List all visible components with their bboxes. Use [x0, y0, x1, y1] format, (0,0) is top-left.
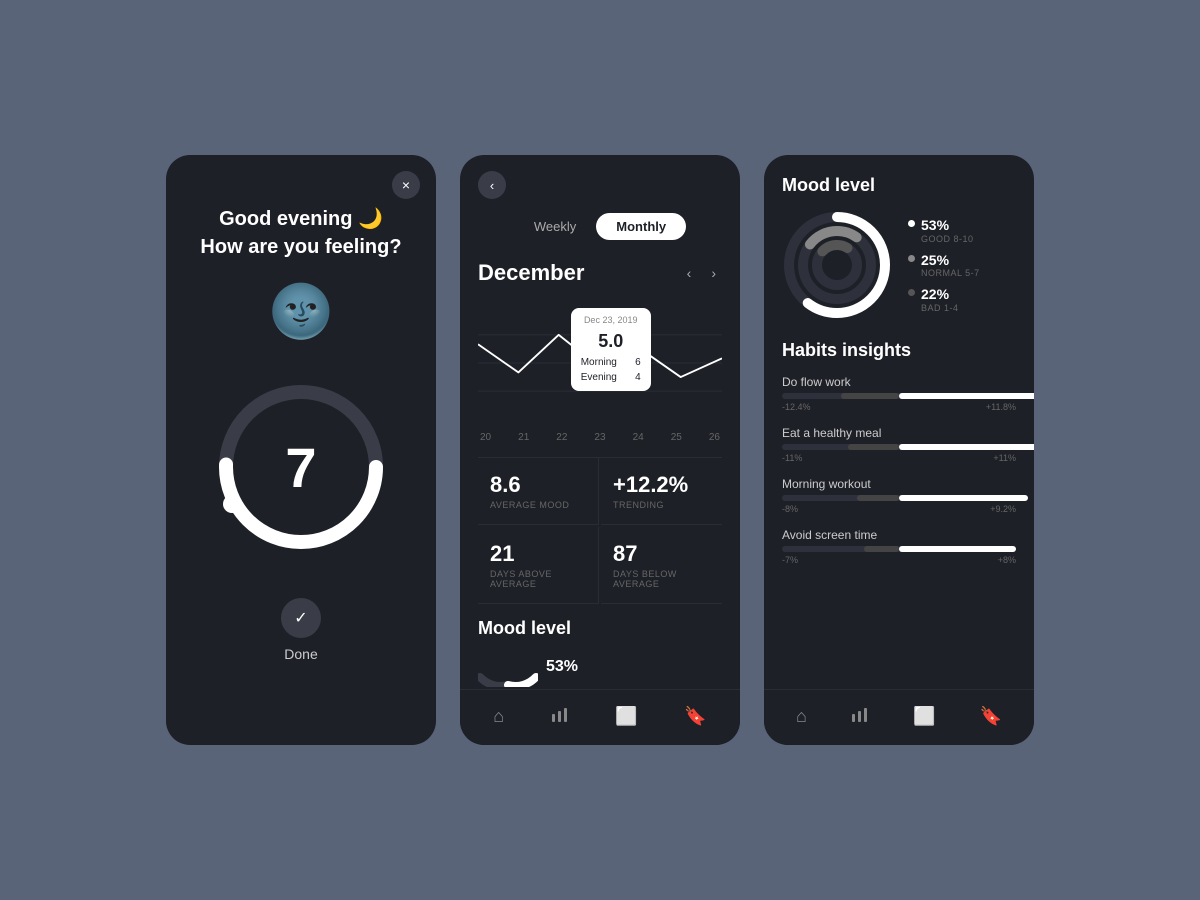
- prev-month-button[interactable]: ‹: [681, 261, 698, 285]
- legend-dot-normal: [908, 255, 915, 262]
- stats-grid: 8.6 AVERAGE MOOD +12.2% TRENDING 21 DAYS…: [478, 457, 722, 604]
- habit-bar-track-1: [782, 444, 1016, 450]
- mood-legend: 53% GOOD 8-10 25% NORMAL 5-7: [908, 217, 980, 313]
- habit-range-2: -8% +9.2%: [782, 504, 1016, 514]
- screens-container: × Good evening 🌙 How are you feeling? 🌚 …: [166, 155, 1034, 745]
- nav-stats-icon-s3[interactable]: [843, 702, 877, 733]
- done-label: Done: [284, 646, 317, 662]
- mood-percent: 53%: [546, 658, 578, 676]
- habit-healthy-meal: Eat a healthy meal -11% +11%: [782, 426, 1016, 463]
- legend-normal: 25% NORMAL 5-7: [908, 252, 980, 279]
- close-button[interactable]: ×: [392, 171, 420, 199]
- tooltip-evening: Evening 4: [581, 370, 641, 385]
- habit-bar-neg-1: [848, 444, 899, 450]
- nav-home-icon[interactable]: ⌂: [485, 702, 512, 733]
- stat-trending: +12.2% TRENDING: [601, 458, 722, 525]
- stat-days-below: 87 DAYS BELOW AVERAGE: [601, 527, 722, 604]
- stat-avg-mood: 8.6 AVERAGE MOOD: [478, 458, 599, 525]
- mood-dial[interactable]: 7: [206, 372, 396, 562]
- greeting-line1: Good evening 🌙: [200, 205, 401, 233]
- habit-range-1: -11% +11%: [782, 453, 1016, 463]
- tab-bar: Weekly Monthly: [478, 213, 722, 240]
- moon-emoji: 🌚: [269, 281, 334, 342]
- nav-stats-icon[interactable]: [543, 702, 577, 733]
- mini-donut: [478, 647, 538, 687]
- month-nav: December ‹ ›: [478, 260, 722, 286]
- habit-range-3: -7% +8%: [782, 555, 1016, 565]
- dial-value: 7: [285, 435, 316, 500]
- tooltip-value: 5.0: [581, 328, 641, 355]
- chart-tooltip: Dec 23, 2019 5.0 Morning 6 Evening 4: [571, 308, 651, 391]
- screen-monthly-stats: ‹ Weekly Monthly December ‹ ›: [460, 155, 740, 745]
- nav-home-icon-s3[interactable]: ⌂: [788, 702, 815, 733]
- tooltip-morning: Morning 6: [581, 355, 641, 370]
- mood-level-mini: Mood level 53%: [478, 604, 722, 689]
- donut-chart: [782, 210, 892, 320]
- donut-row: 53% GOOD 8-10 25% NORMAL 5-7: [782, 210, 1016, 320]
- done-section: ✓ Done: [281, 598, 321, 662]
- habit-bar-fill-1: [899, 444, 1034, 450]
- habit-bar-fill-2: [899, 495, 1028, 501]
- bottom-nav-screen3: ⌂ ⬜ 🔖: [764, 689, 1034, 745]
- habits-section: Habits insights Do flow work -12.4% +11.…: [782, 340, 1016, 565]
- next-month-button[interactable]: ›: [705, 261, 722, 285]
- chart-labels: 20 21 22 23 24 25 26: [478, 428, 722, 447]
- habit-do-flow-work: Do flow work -12.4% +11.8%: [782, 375, 1016, 412]
- habit-bar-track-0: [782, 393, 1016, 399]
- habit-bar-track-3: [782, 546, 1016, 552]
- tab-monthly[interactable]: Monthly: [596, 213, 686, 240]
- habits-title: Habits insights: [782, 340, 1016, 361]
- month-title: December: [478, 260, 673, 286]
- tooltip-date: Dec 23, 2019: [581, 314, 641, 328]
- habit-morning-workout: Morning workout -8% +9.2%: [782, 477, 1016, 514]
- nav-bookmark-icon[interactable]: 🔖: [676, 702, 714, 733]
- mood-chart: Dec 23, 2019 5.0 Morning 6 Evening 4: [478, 298, 722, 428]
- nav-calendar-icon[interactable]: ⬜: [607, 702, 645, 733]
- back-button[interactable]: ‹: [478, 171, 506, 199]
- mood-section-title: Mood level: [782, 175, 1016, 196]
- habit-range-0: -12.4% +11.8%: [782, 402, 1016, 412]
- legend-good: 53% GOOD 8-10: [908, 217, 980, 244]
- habit-bar-track-2: [782, 495, 1016, 501]
- done-check-button[interactable]: ✓: [281, 598, 321, 638]
- habit-bar-neg-0: [841, 393, 900, 399]
- stat-days-above: 21 DAYS ABOVE AVERAGE: [478, 527, 599, 604]
- greeting-line2: How are you feeling?: [200, 233, 401, 261]
- mood-section: Mood level: [782, 175, 1016, 320]
- screen-mood-entry: × Good evening 🌙 How are you feeling? 🌚 …: [166, 155, 436, 745]
- bottom-nav-screen2: ⌂ ⬜ 🔖: [460, 689, 740, 745]
- habit-bar-neg-2: [857, 495, 899, 501]
- habit-bar-fill-3: [899, 546, 1016, 552]
- screen-habits-insights: Mood level: [764, 155, 1034, 745]
- mood-level-title: Mood level: [478, 618, 722, 639]
- habit-bar-neg-3: [864, 546, 899, 552]
- greeting-text: Good evening 🌙 How are you feeling?: [200, 205, 401, 261]
- legend-dot-good: [908, 220, 915, 227]
- habit-screen-time: Avoid screen time -7% +8%: [782, 528, 1016, 565]
- habit-bar-fill-0: [899, 393, 1034, 399]
- nav-bookmark-icon-s3[interactable]: 🔖: [972, 702, 1010, 733]
- nav-calendar-icon-s3[interactable]: ⬜: [905, 702, 943, 733]
- tab-weekly[interactable]: Weekly: [514, 213, 596, 240]
- legend-dot-bad: [908, 289, 915, 296]
- legend-bad: 22% BAD 1-4: [908, 286, 980, 313]
